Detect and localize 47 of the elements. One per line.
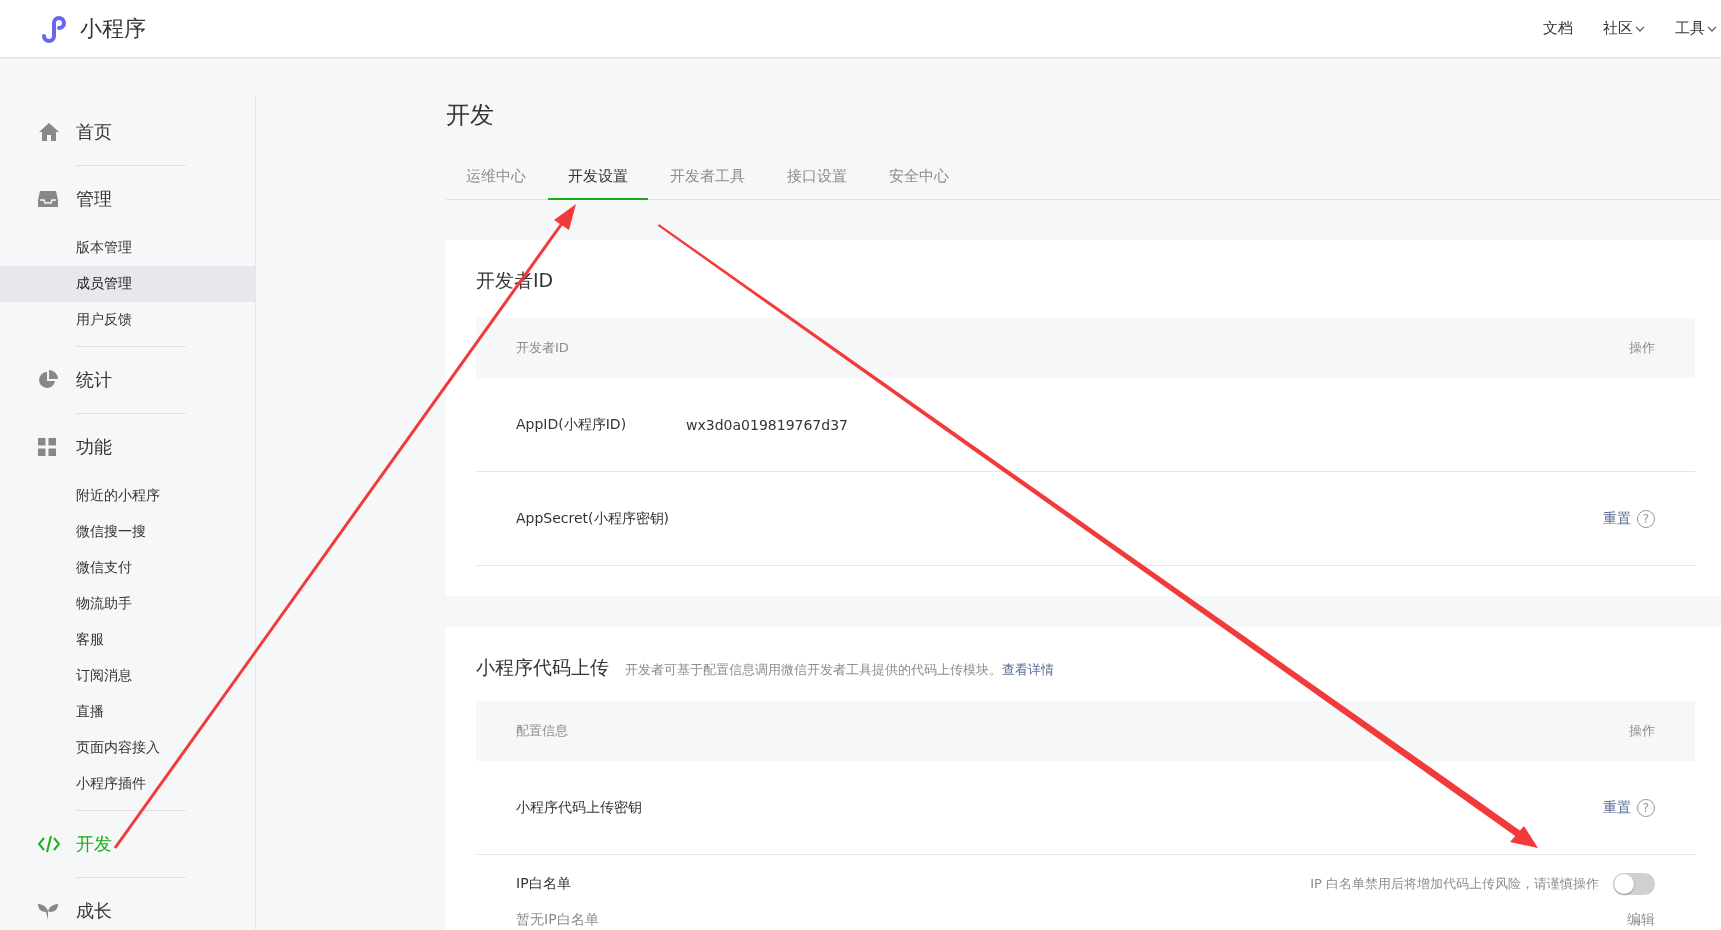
sidebar-subitem[interactable]: 成员管理	[0, 266, 255, 302]
sidebar-item[interactable]: 首页	[0, 109, 255, 155]
edit-link[interactable]: 编辑	[1627, 911, 1655, 929]
reset-link[interactable]: 重置	[1603, 798, 1631, 817]
sidebar-subitem[interactable]: 微信支付	[0, 550, 255, 586]
sidebar-subitem[interactable]: 页面内容接入	[0, 730, 255, 766]
sidebar-item[interactable]: 成长	[0, 888, 255, 930]
row-label: 小程序代码上传密钥	[516, 798, 642, 817]
nav-link[interactable]: 工具	[1675, 19, 1717, 38]
logo-text: 小程序	[80, 14, 146, 43]
sidebar-subitem[interactable]: 版本管理	[0, 230, 255, 266]
row-label: AppSecret(小程序密钥)	[516, 509, 670, 528]
sidebar-subitem[interactable]: 物流助手	[0, 586, 255, 622]
page-title: 开发	[446, 100, 495, 131]
row-label: IP白名单	[516, 875, 571, 893]
tab[interactable]: 开发设置	[548, 167, 648, 200]
sidebar-subitem[interactable]: 客服	[0, 622, 255, 658]
pie-chart-icon	[38, 370, 58, 390]
nav-link[interactable]: 文档	[1543, 19, 1573, 38]
grid-icon	[38, 438, 56, 456]
sidebar-subitem[interactable]: 附近的小程序	[0, 478, 255, 514]
sidebar-subitem[interactable]: 订阅消息	[0, 658, 255, 694]
sidebar-subitem[interactable]: 用户反馈	[0, 302, 255, 338]
sidebar-subitem[interactable]: 直播	[0, 694, 255, 730]
sidebar-item[interactable]: 管理	[0, 176, 255, 222]
sidebar-subitem[interactable]: 微信搜一搜	[0, 514, 255, 550]
column-header: 配置信息	[516, 722, 568, 740]
toggle-switch[interactable]	[1613, 873, 1655, 895]
warning-text: IP 白名单禁用后将增加代码上传风险，请谨慎操作	[1310, 875, 1599, 893]
sidebar-item[interactable]: 功能	[0, 424, 255, 470]
inbox-icon	[38, 190, 58, 208]
nav-link[interactable]: 社区	[1603, 19, 1645, 38]
sidebar-subitem[interactable]: 小程序插件	[0, 766, 255, 802]
column-header: 操作	[1629, 722, 1655, 740]
row-value: wx3d0a019819767d37	[686, 416, 848, 433]
sidebar-item[interactable]: 统计	[0, 357, 255, 403]
reset-link[interactable]: 重置	[1603, 509, 1631, 528]
home-icon	[38, 122, 60, 142]
row-label: AppID(小程序ID)	[516, 415, 627, 434]
column-header: 开发者ID	[516, 339, 569, 357]
card-description: 开发者可基于配置信息调用微信开发者工具提供的代码上传模块。查看详情	[625, 661, 1054, 679]
details-link[interactable]: 查看详情	[1002, 662, 1054, 677]
code-icon	[38, 835, 60, 853]
empty-text: 暂无IP白名单	[516, 911, 599, 929]
card-title: 小程序代码上传	[476, 655, 609, 680]
sprout-icon	[38, 902, 58, 920]
column-header: 操作	[1629, 339, 1655, 357]
